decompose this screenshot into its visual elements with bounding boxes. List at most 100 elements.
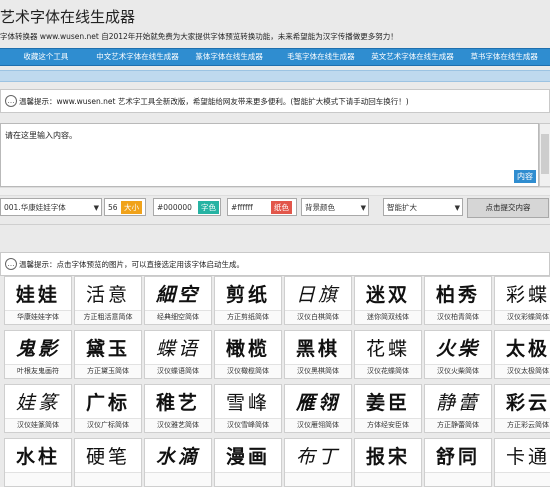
font-name-label: 汉仪柏青简体 [425, 310, 491, 324]
font-preview-glyphs: 日旗 [295, 285, 340, 306]
font-preview-card[interactable]: 迷双 迷你简双线体 [354, 276, 422, 325]
speech-bubble-icon: … [5, 258, 17, 270]
font-name-label: 汉仪雪峰简体 [215, 418, 281, 432]
font-preview-card[interactable]: 黑棋 汉仪黑棋简体 [284, 330, 352, 379]
font-preview-glyphs: 舒同 [435, 446, 480, 468]
font-preview-card[interactable]: 日旗 汉仪白棋简体 [284, 276, 352, 325]
font-preview-glyphs: 迷双 [365, 284, 410, 306]
font-name-label [355, 472, 421, 486]
font-preview-card[interactable]: 静蕾 方正静蕾简体 [424, 384, 492, 433]
font-preview-glyphs: 漫画 [225, 446, 270, 468]
font-preview-glyphs: 娃篆 [15, 393, 60, 414]
font-preview-card[interactable]: 漫画 [214, 438, 282, 487]
font-name-label: 方正粗活意简体 [75, 310, 141, 324]
font-preview-card[interactable]: 活意 方正粗活意简体 [74, 276, 142, 325]
horizontal-scrollbar[interactable] [0, 187, 550, 196]
font-preview-glyphs: 黛玉 [85, 338, 130, 360]
font-name-label: 汉仪花蝶简体 [355, 364, 421, 378]
font-name-label [495, 472, 550, 486]
textarea-scrollbar[interactable] [539, 123, 550, 187]
font-preview-card[interactable]: 稚艺 汉仪雅艺简体 [144, 384, 212, 433]
nav-item-chinese-art[interactable]: 中文艺术字体在线生成器 [92, 49, 184, 65]
nav-item-english-art[interactable]: 英文艺术字体在线生成器 [367, 49, 459, 65]
font-preview-glyphs: 花蝶 [365, 338, 410, 360]
section-divider [0, 224, 550, 225]
font-name-label: 汉仪彩蝶简体 [495, 310, 550, 324]
background-select[interactable]: 背景颜色 ▼ [301, 198, 369, 216]
font-preview-card[interactable]: 报宋 [354, 438, 422, 487]
notice-text: 温馨提示：www.wusen.net 艺术字工具全新改版，希望能给网友带来更多便… [19, 97, 409, 106]
font-preview-card[interactable]: 花蝶 汉仪花蝶简体 [354, 330, 422, 379]
font-preview-card[interactable]: 蝶语 汉仪蝶语简体 [144, 330, 212, 379]
content-input-value: 请在这里输入内容。 [5, 131, 77, 140]
background-select-value: 背景颜色 [305, 203, 335, 212]
text-color-badge: 字色 [198, 201, 219, 214]
font-preview-card[interactable]: 鬼影 叶根友鬼画符 [4, 330, 72, 379]
font-name-label: 方体经安臣体 [355, 418, 421, 432]
font-preview-glyphs: 雁翎 [295, 393, 340, 414]
font-preview-grid: 娃娃 华康娃娃字体 活意方正粗活意简体 細空 经典细空简体 剪纸方正剪纸简体 日旗汉仪白棋简… [4, 276, 550, 487]
font-name-label [145, 472, 211, 486]
font-preview-glyphs: 水滴 [155, 447, 200, 468]
font-preview-glyphs: 橄榄 [225, 338, 270, 360]
submit-button[interactable]: 点击提交内容 [467, 198, 549, 218]
font-preview-glyphs: 姜臣 [365, 392, 410, 414]
font-name-label: 汉仪广标简体 [75, 418, 141, 432]
nav-item-brush[interactable]: 毛笔字体在线生成器 [275, 49, 367, 65]
font-preview-card[interactable]: 剪纸 方正剪纸简体 [214, 276, 282, 325]
nav-item-seal[interactable]: 篆体字体在线生成器 [183, 49, 275, 65]
font-name-label: 汉仪娃篆简体 [5, 418, 71, 432]
font-preview-card[interactable]: 火柴 汉仪火柴简体 [424, 330, 492, 379]
font-preview-card[interactable]: 彩蝶汉仪彩蝶简体 [494, 276, 550, 325]
font-preview-card[interactable]: 太极 汉仪太极简体 [494, 330, 550, 379]
font-name-label [75, 472, 141, 486]
font-name-label: 方正黛玉简体 [75, 364, 141, 378]
font-preview-glyphs: 活意 [85, 284, 130, 306]
font-name-label: 方正静蕾简体 [425, 418, 491, 432]
font-preview-glyphs: 剪纸 [225, 284, 270, 306]
font-select[interactable]: 001.华康娃娃字体 ▼ [0, 198, 102, 216]
font-name-label: 汉仪火柴简体 [425, 364, 491, 378]
font-preview-glyphs: 彩蝶 [505, 284, 550, 306]
font-preview-glyphs: 水柱 [15, 446, 60, 468]
font-name-label: 华康娃娃字体 [5, 310, 71, 324]
font-preview-card[interactable]: 黛玉 方正黛玉简体 [74, 330, 142, 379]
font-preview-card[interactable]: 广标 汉仪广标简体 [74, 384, 142, 433]
font-preview-card[interactable]: 雁翎 汉仪雁翎简体 [284, 384, 352, 433]
font-preview-card[interactable]: 布丁 [284, 438, 352, 487]
content-input[interactable]: 请在这里输入内容。 [0, 123, 539, 187]
font-preview-glyphs: 静蕾 [435, 393, 480, 414]
font-preview-card[interactable]: 娃娃 华康娃娃字体 [4, 276, 72, 325]
font-preview-card[interactable]: 柏秀 汉仪柏青简体 [424, 276, 492, 325]
font-name-label: 汉仪白棋简体 [285, 310, 351, 324]
font-preview-card[interactable]: 彩云 方正彩云简体 [494, 384, 550, 433]
page-subtitle: 字体转换器 www.wusen.net 自2012年开始就免费为大家提供字体预览… [0, 32, 398, 41]
font-preview-card[interactable]: 水滴 [144, 438, 212, 487]
nav-item-bookmark[interactable]: 收藏这个工具 [0, 49, 92, 65]
scrollbar-thumb[interactable] [541, 134, 549, 174]
font-name-label: 叶根友鬼画符 [5, 364, 71, 378]
font-name-label: 汉仪雁翎简体 [285, 418, 351, 432]
nav-item-cursive[interactable]: 草书字体在线生成器 [458, 49, 550, 65]
font-preview-glyphs: 柏秀 [435, 284, 480, 306]
font-name-label: 汉仪黑棋简体 [285, 364, 351, 378]
mode-select-value: 智能扩大 [387, 203, 417, 212]
font-preview-card[interactable]: 橄榄 汉仪橄榄简体 [214, 330, 282, 379]
font-preview-card[interactable]: 雪峰 汉仪雪峰简体 [214, 384, 282, 433]
font-name-label: 经典细空简体 [145, 310, 211, 324]
font-preview-card[interactable]: 姜臣 方体经安臣体 [354, 384, 422, 433]
size-input-value: 56 [108, 203, 118, 212]
font-preview-card[interactable]: 細空 经典细空简体 [144, 276, 212, 325]
mode-select[interactable]: 智能扩大 ▼ [383, 198, 463, 216]
font-preview-card[interactable]: 卡通 [494, 438, 550, 487]
chevron-down-icon: ▼ [93, 204, 99, 212]
font-name-label: 方正剪纸简体 [215, 310, 281, 324]
font-preview-card[interactable]: 硬笔 [74, 438, 142, 487]
font-preview-card[interactable]: 水柱 [4, 438, 72, 487]
font-name-label: 汉仪太极简体 [495, 364, 550, 378]
text-color-value: #000000 [157, 203, 192, 212]
expand-content-button[interactable]: 内容 [514, 170, 536, 183]
speech-bubble-icon: … [5, 95, 17, 107]
font-preview-card[interactable]: 舒同 [424, 438, 492, 487]
font-preview-card[interactable]: 娃篆 汉仪娃篆简体 [4, 384, 72, 433]
